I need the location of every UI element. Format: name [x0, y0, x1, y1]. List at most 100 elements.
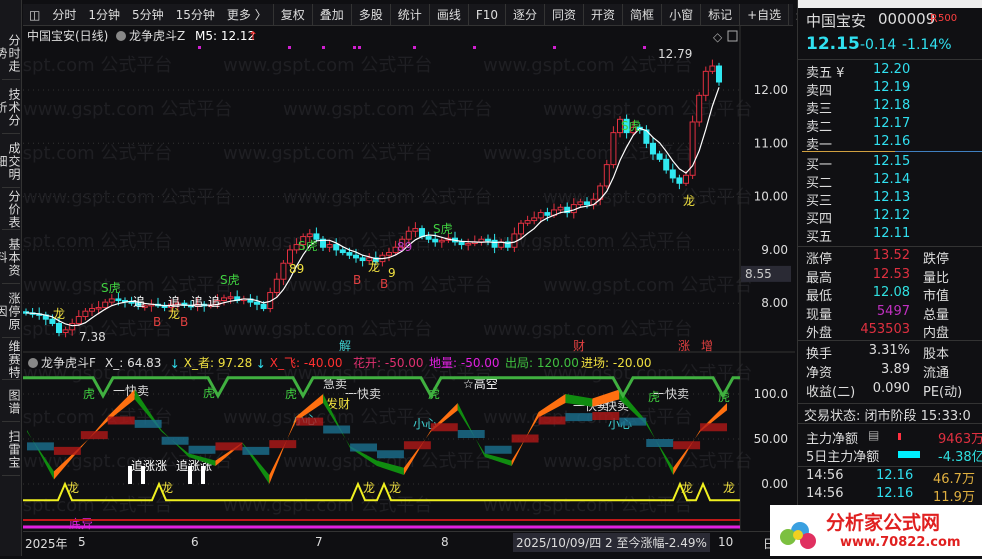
stat-label: 跌停 [923, 252, 950, 267]
flow-bar [898, 451, 920, 458]
white-bar [128, 466, 132, 484]
trend-band [296, 417, 324, 426]
toolbar-button-7[interactable]: 同资 [544, 3, 583, 26]
toolbar-button-0[interactable]: 复权 [272, 3, 312, 26]
stat-value: 3.31% [868, 343, 910, 358]
y-tick: 10.00 [754, 190, 788, 204]
trend-band [592, 412, 620, 420]
period-3[interactable]: 15分钟 [170, 6, 221, 23]
stat-label: 收益(二) [806, 385, 856, 400]
signal-dot [413, 46, 416, 49]
signal-dot [353, 46, 356, 49]
toolbar-button-11[interactable]: 标记 [700, 3, 739, 26]
white-bar [201, 466, 205, 484]
indicator-name[interactable]: 龙争虎斗Z [129, 29, 185, 43]
signal-label: B [153, 315, 161, 329]
toolbar-button-10[interactable]: 小窗 [661, 3, 700, 26]
trend-band [161, 436, 189, 445]
period-2[interactable]: 5分钟 [126, 6, 170, 23]
trend-band [350, 443, 377, 452]
toolbar-button-5[interactable]: F10 [467, 3, 505, 26]
period-4[interactable]: 更多 〉 [221, 6, 273, 23]
bid-ask-divider-2 [895, 151, 982, 152]
sub-indicator-name[interactable]: 龙争虎斗F [41, 356, 96, 370]
white-bar [188, 466, 192, 484]
signal-label: 虎 [285, 387, 297, 401]
watermark: www.gspt.com 公式平台 [543, 451, 752, 472]
period-0[interactable]: 分时 [46, 6, 82, 23]
toolbar-button-12[interactable]: +自选 [739, 3, 788, 26]
toolbar-button-6[interactable]: 逐分 [505, 3, 544, 26]
trend-band [538, 416, 566, 425]
divider [798, 59, 982, 60]
signal-label: B [353, 273, 361, 287]
toolbar-button-3[interactable]: 统计 [389, 3, 429, 26]
stock-code: 000009 [878, 10, 936, 28]
y-tick: 8.00 [761, 296, 788, 310]
watermark: www.gspt.com 公式平台 [283, 187, 492, 208]
dropdown-icon[interactable] [28, 358, 38, 368]
bid-price: 12.14 [873, 172, 911, 187]
watermark: www.gspt.com 公式平台 [223, 495, 432, 516]
sidebar-tab-4[interactable]: 基本资料 [0, 232, 21, 284]
period-1[interactable]: 1分钟 [82, 6, 126, 23]
logo-url: www.70822.com [840, 535, 961, 550]
flow-value: -4.38亿 [938, 450, 982, 465]
sidebar-tab-0[interactable]: 分时走势 [0, 28, 21, 80]
signal-label: S虎 [433, 222, 453, 236]
x-tick: 5 [78, 535, 86, 549]
flow-label: 5日主力净额 [806, 450, 880, 465]
x-axis: 2025年 5 6 7 8 10 日 2025/10/09/四 2 至今涨幅-2.49% [23, 531, 795, 556]
toolbar-button-1[interactable]: 叠加 [311, 3, 351, 26]
trend-band [430, 423, 458, 432]
divider [798, 403, 982, 404]
dropdown-icon[interactable] [116, 31, 126, 41]
sidebar-tab-2[interactable]: 成交明细 [0, 136, 21, 188]
signal-label: 财 [573, 339, 585, 353]
bid-price: 12.11 [873, 226, 911, 241]
ask-label: 卖一 [806, 138, 833, 153]
list-icon[interactable]: ▤ [868, 428, 879, 442]
toolbar-button-4[interactable]: 画线 [428, 3, 468, 26]
signal-label: 89 [289, 262, 304, 276]
param-arrow: ↓ [170, 357, 180, 371]
signal-label: 涨 [678, 338, 690, 353]
low-label: 7.38 [79, 330, 106, 344]
sidebar-tab-3[interactable]: 分价表 [2, 190, 21, 230]
tick-volume: 46.7万 [933, 472, 975, 487]
signal-dot [288, 46, 291, 49]
signal-label: S虎 [101, 281, 121, 295]
signal-label: 追涨涨 [131, 458, 167, 473]
signal-dot [473, 46, 476, 49]
bid-label: 买二 [806, 176, 833, 191]
tick-time: 14:56 [806, 468, 844, 483]
kline-chart[interactable]: www.gspt.com 公式平台 www.gspt.com 公式平台 www.gs… [23, 26, 795, 531]
watermark: www.gspt.com 公式平台 [23, 55, 172, 76]
x-tick: 7 [315, 535, 323, 549]
toolbar-button-2[interactable]: 多股 [350, 3, 390, 26]
sidebar-tab-7[interactable]: 图谱 [2, 382, 21, 422]
watermark: www.gspt.com 公式平台 [23, 143, 172, 164]
diamond-icon[interactable]: ◇ [713, 30, 723, 44]
divider [798, 466, 982, 467]
trend-band [27, 442, 54, 451]
toolbar-button-9[interactable]: 简框 [622, 3, 661, 26]
candle [689, 115, 696, 180]
sidebar-tab-1[interactable]: 技术分析 [0, 82, 21, 134]
sidebar-tab-8[interactable]: 扫雷宝 [2, 424, 21, 476]
ask-price: 12.17 [873, 116, 911, 131]
sidebar-tab-5[interactable]: 涨停原因 [0, 286, 21, 338]
x-tick: 2025年 [25, 537, 68, 551]
ma-label: M5: 12.12 [195, 29, 255, 43]
trend-band [80, 431, 108, 440]
toolbar-button-8[interactable]: 开资 [583, 3, 622, 26]
panel-toggle-icon[interactable]: ◫ [23, 8, 46, 22]
sidebar-tab-6[interactable]: 维赛特 [2, 340, 21, 380]
ask-price: 12.18 [873, 98, 911, 113]
signal-label: 龙 [389, 481, 401, 495]
trend-band [242, 446, 270, 455]
tick-price: 12.16 [876, 468, 914, 483]
candle [610, 126, 617, 169]
signal-label: S虎 [298, 239, 318, 253]
flow-label: 主力净额 [806, 432, 859, 447]
